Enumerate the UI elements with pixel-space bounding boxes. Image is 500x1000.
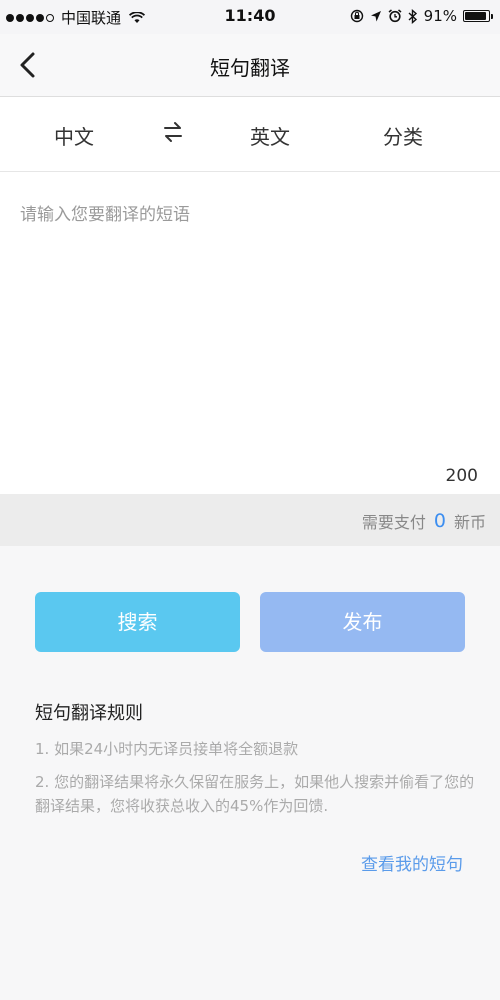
battery-percent: 91% <box>423 7 457 25</box>
language-bar: 中文 英文 分类 <box>0 97 500 172</box>
swap-languages-icon[interactable] <box>162 119 184 145</box>
rule-item-1: 1. 如果24小时内无译员接单将全额退款 <box>35 740 299 758</box>
phrase-input[interactable] <box>20 200 480 450</box>
publish-button[interactable]: 发布 <box>260 592 465 652</box>
payment-unit: 新币 <box>453 513 486 532</box>
page-title: 短句翻译 <box>210 56 290 80</box>
target-language-selector[interactable]: 英文 <box>250 121 290 150</box>
character-limit: 200 <box>445 466 478 486</box>
payment-label: 需要支付 <box>361 513 426 532</box>
bluetooth-icon <box>408 8 417 24</box>
view-my-phrases-link[interactable]: 查看我的短句 <box>361 850 463 875</box>
location-icon <box>370 10 381 21</box>
category-selector[interactable]: 分类 <box>383 121 423 150</box>
payment-info: 需要支付 0 新币 <box>362 509 486 533</box>
battery-fill <box>465 12 486 20</box>
nav-bar: 短句翻译 <box>0 34 500 97</box>
payment-amount: 0 <box>433 510 446 532</box>
phrase-input-area: 200 <box>0 172 500 494</box>
alarm-icon <box>388 9 402 23</box>
source-language-selector[interactable]: 中文 <box>54 121 94 150</box>
search-button[interactable]: 搜索 <box>35 592 240 652</box>
payment-bar: 需要支付 0 新币 <box>0 494 500 546</box>
actions-section: 搜索 发布 短句翻译规则 1. 如果24小时内无译员接单将全额退款 2. 您的翻… <box>0 546 500 1000</box>
status-bar: 中国联通 11:40 91% <box>0 0 500 34</box>
battery-icon <box>463 10 493 22</box>
rotation-lock-icon <box>350 9 363 23</box>
rule-item-2: 2. 您的翻译结果将永久保留在服务上，如果他人搜索并偷看了您的翻译结果，您将收获… <box>35 773 475 815</box>
status-right: 91% <box>350 7 493 25</box>
rules-title: 短句翻译规则 <box>35 703 143 724</box>
